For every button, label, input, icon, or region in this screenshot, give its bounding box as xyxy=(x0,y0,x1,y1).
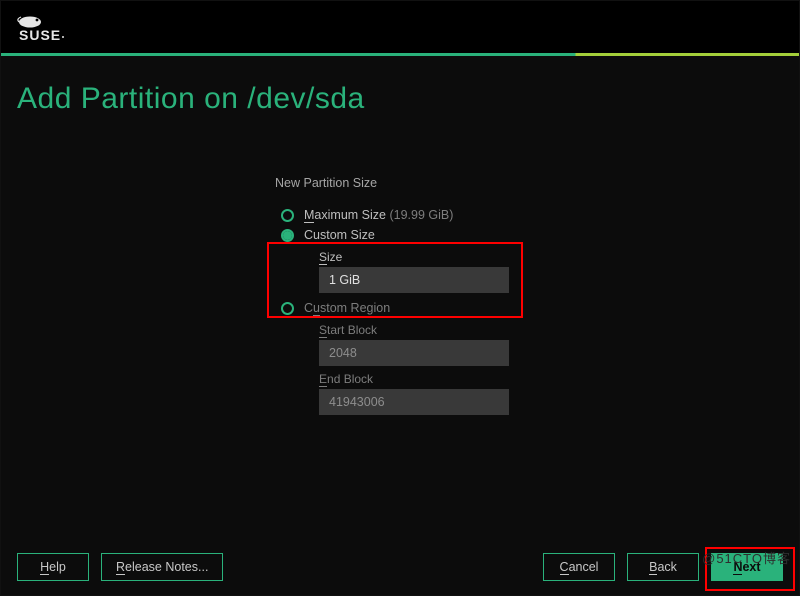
size-label: Size xyxy=(319,250,783,264)
custom-size-field: Size xyxy=(319,250,783,293)
footer-bar: Help Release Notes... Cancel Back Next xyxy=(1,539,799,595)
radio-maximum-size[interactable]: Maximum Size (19.99 GiB) xyxy=(281,206,783,224)
radio-icon xyxy=(281,302,294,315)
radio-icon xyxy=(281,209,294,222)
radio-custom-size[interactable]: Custom Size xyxy=(281,226,783,244)
release-notes-button[interactable]: Release Notes... xyxy=(101,553,223,581)
cancel-button[interactable]: Cancel xyxy=(543,553,615,581)
start-block-label: Start Block xyxy=(319,323,783,337)
radio-icon xyxy=(281,229,294,242)
installer-window: SUSE Add Partition on /dev/sda New Parti… xyxy=(0,0,800,596)
group-title: New Partition Size xyxy=(275,176,783,190)
svg-text:SUSE: SUSE xyxy=(19,27,61,42)
suse-logo: SUSE xyxy=(15,12,87,42)
back-button[interactable]: Back xyxy=(627,553,699,581)
footer-left-buttons: Help Release Notes... xyxy=(17,553,223,581)
start-block-field: Start Block 2048 xyxy=(319,323,783,366)
radio-custom-region[interactable]: Custom Region xyxy=(281,299,783,317)
main-content: Add Partition on /dev/sda New Partition … xyxy=(1,56,799,539)
end-block-input[interactable]: 41943006 xyxy=(319,389,509,415)
end-block-label: End Block xyxy=(319,372,783,386)
radio-label: Maximum Size (19.99 GiB) xyxy=(304,208,453,222)
title-bar: SUSE xyxy=(1,1,799,53)
size-input[interactable] xyxy=(319,267,509,293)
radio-label: Custom Size xyxy=(304,228,375,242)
next-button[interactable]: Next xyxy=(711,553,783,581)
footer-right-buttons: Cancel Back Next xyxy=(543,553,783,581)
start-block-input[interactable]: 2048 xyxy=(319,340,509,366)
radio-label: Custom Region xyxy=(304,301,390,315)
partition-size-form: New Partition Size Maximum Size (19.99 G… xyxy=(275,176,783,415)
end-block-field: End Block 41943006 xyxy=(319,372,783,415)
help-button[interactable]: Help xyxy=(17,553,89,581)
radio-group: Maximum Size (19.99 GiB) Custom Size Siz… xyxy=(281,206,783,415)
page-title: Add Partition on /dev/sda xyxy=(17,82,783,116)
